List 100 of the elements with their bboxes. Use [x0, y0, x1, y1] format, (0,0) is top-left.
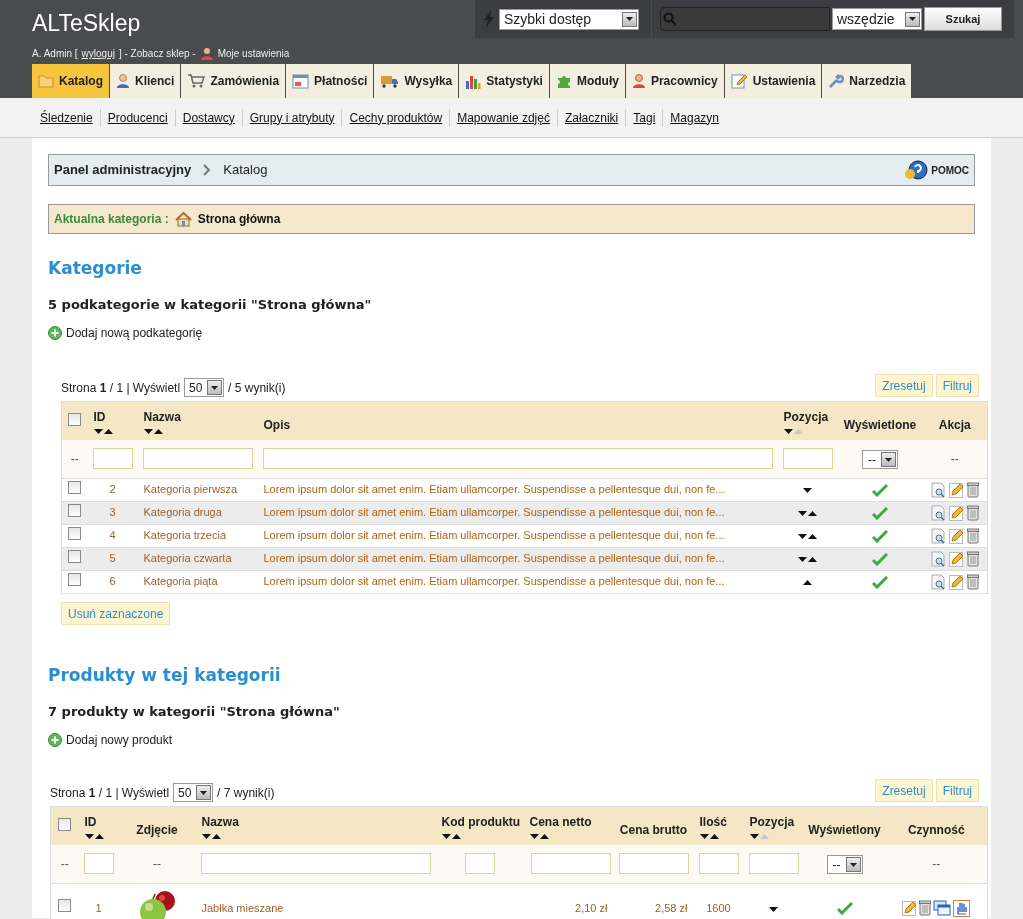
- view-icon[interactable]: [930, 573, 946, 590]
- move-down-arrow[interactable]: [798, 557, 807, 563]
- per-page-select[interactable]: 50: [184, 378, 225, 397]
- sub-nav-link[interactable]: Tagi: [625, 108, 663, 127]
- breadcrumb-root[interactable]: Panel administracyjny: [54, 160, 192, 180]
- check-icon[interactable]: [872, 552, 888, 566]
- trash-icon[interactable]: [966, 573, 979, 590]
- move-down-arrow[interactable]: [769, 906, 778, 912]
- check-icon[interactable]: [872, 483, 888, 497]
- main-tab[interactable]: Wysyłka: [374, 64, 459, 98]
- sort-down-arrow[interactable]: [84, 834, 94, 839]
- filter-field[interactable]: [782, 448, 833, 469]
- sort-up-arrow[interactable]: [94, 834, 104, 839]
- filter-select[interactable]: --: [862, 450, 898, 469]
- filter-field[interactable]: [618, 853, 689, 874]
- add-icon[interactable]: [48, 326, 62, 340]
- view-icon[interactable]: [930, 504, 946, 521]
- sort-up-arrow[interactable]: [153, 429, 163, 434]
- windows-icon[interactable]: [933, 899, 952, 916]
- sort-up-arrow[interactable]: [451, 834, 461, 839]
- pencil-icon[interactable]: [948, 550, 964, 567]
- sort-up-arrow[interactable]: [211, 834, 221, 839]
- sub-nav-link[interactable]: Śledzenie: [33, 108, 100, 127]
- main-tab[interactable]: Moduły: [549, 64, 625, 98]
- checkbox[interactable]: [68, 412, 82, 426]
- filter-field[interactable]: [262, 448, 773, 469]
- move-up-arrow[interactable]: [808, 511, 817, 517]
- trash-icon[interactable]: [966, 527, 979, 544]
- main-tab[interactable]: Katalog: [32, 64, 109, 98]
- checkbox[interactable]: [58, 817, 72, 831]
- checkbox[interactable]: [68, 503, 82, 517]
- logout-link[interactable]: wyloguj: [81, 46, 115, 61]
- shop-link[interactable]: ] - Zobacz sklep -: [118, 46, 196, 61]
- name-cell[interactable]: Jabłka mieszane: [201, 901, 284, 914]
- add-icon[interactable]: [48, 733, 62, 747]
- sub-nav-link[interactable]: Cechy produktów: [341, 108, 450, 127]
- filter-field[interactable]: [92, 448, 133, 469]
- trash-icon[interactable]: [919, 899, 932, 916]
- move-down-arrow[interactable]: [803, 488, 812, 494]
- filter-field[interactable]: [142, 448, 253, 469]
- add-link[interactable]: Dodaj nowy produkt: [48, 731, 173, 749]
- sub-nav-link[interactable]: Załaczniki: [556, 108, 626, 127]
- main-tab[interactable]: Narzedzia: [822, 64, 912, 98]
- move-down-arrow[interactable]: [798, 511, 807, 517]
- main-tab[interactable]: Pracownicy: [625, 64, 724, 98]
- filter-field[interactable]: [748, 853, 799, 874]
- checkbox[interactable]: [68, 549, 82, 563]
- settings-link[interactable]: Moje ustawienia: [217, 46, 290, 61]
- name-cell[interactable]: Kategoria czwarta: [137, 547, 258, 570]
- scope-select[interactable]: wszędzie: [832, 8, 922, 30]
- pencil-icon[interactable]: [948, 573, 964, 590]
- checkbox[interactable]: [68, 480, 82, 494]
- main-tab[interactable]: Płatności: [286, 64, 374, 98]
- sort-down-arrow[interactable]: [143, 429, 153, 434]
- sort-down-arrow[interactable]: [699, 834, 709, 839]
- filter-field[interactable]: [83, 853, 114, 874]
- check-icon[interactable]: [872, 529, 888, 543]
- sub-nav-link[interactable]: Grupy i atrybuty: [241, 108, 342, 127]
- sort-down-arrow[interactable]: [783, 429, 793, 434]
- check-icon[interactable]: [836, 902, 853, 916]
- sort-down-arrow[interactable]: [529, 834, 539, 839]
- main-tab[interactable]: Klienci: [110, 64, 181, 98]
- filter-field[interactable]: [698, 853, 739, 874]
- sort-down-arrow[interactable]: [93, 429, 103, 434]
- view-icon[interactable]: [930, 481, 946, 498]
- pencil-icon[interactable]: [948, 504, 964, 521]
- sort-down-arrow[interactable]: [441, 834, 451, 839]
- name-cell[interactable]: Kategoria piąta: [137, 570, 258, 593]
- sub-nav-link[interactable]: Mapowanie zdjęć: [449, 108, 557, 127]
- sort-up-arrow[interactable]: [709, 834, 719, 839]
- checkbox[interactable]: [68, 526, 82, 540]
- view-icon[interactable]: [930, 550, 946, 567]
- hand-icon[interactable]: [953, 899, 971, 917]
- search-button[interactable]: Szukaj: [924, 7, 1002, 31]
- main-tab[interactable]: Zamówienia: [181, 64, 286, 98]
- name-cell[interactable]: Kategoria trzecia: [137, 524, 258, 547]
- move-up-arrow[interactable]: [808, 534, 817, 540]
- move-up-arrow[interactable]: [808, 557, 817, 563]
- main-tab[interactable]: Statystyki: [459, 64, 549, 98]
- view-icon[interactable]: [930, 527, 946, 544]
- sub-nav-link[interactable]: Dostawcy: [174, 108, 242, 127]
- checkbox[interactable]: [58, 899, 72, 913]
- sort-up-arrow[interactable]: [539, 834, 549, 839]
- trash-icon[interactable]: [966, 550, 979, 567]
- sort-down-arrow[interactable]: [201, 834, 211, 839]
- trash-icon[interactable]: [966, 481, 979, 498]
- pencil-icon[interactable]: [948, 481, 964, 498]
- name-cell[interactable]: Kategoria pierwsza: [137, 478, 258, 501]
- move-up-arrow[interactable]: [803, 580, 812, 586]
- filter-select[interactable]: --: [826, 855, 863, 874]
- search-field[interactable]: [660, 7, 830, 31]
- move-down-arrow[interactable]: [798, 534, 807, 540]
- main-tab[interactable]: Ustawienia: [724, 64, 822, 98]
- checkbox[interactable]: [68, 572, 82, 586]
- per-page-select[interactable]: 50: [173, 783, 214, 802]
- current-category-value[interactable]: Strona główna: [197, 210, 281, 228]
- pencil-icon[interactable]: [948, 527, 964, 544]
- name-cell[interactable]: Kategoria druga: [137, 501, 258, 524]
- help-button[interactable]: POMOC: [904, 159, 969, 181]
- logo[interactable]: ALTeSklep: [32, 9, 290, 37]
